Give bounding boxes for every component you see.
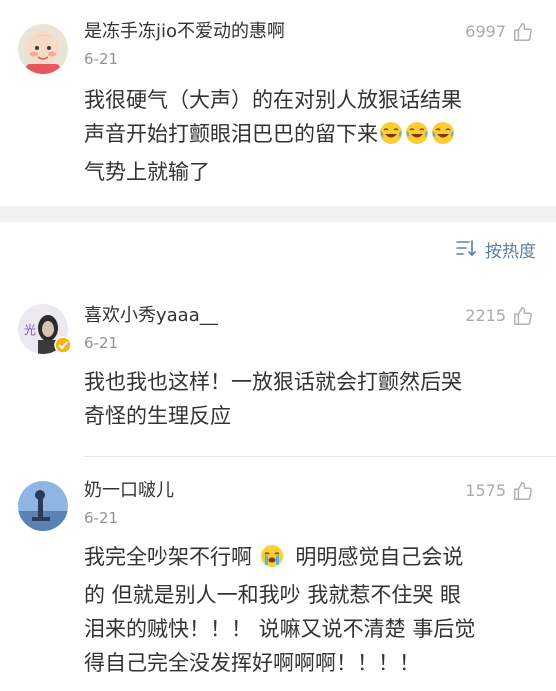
sort-label: 按热度 <box>485 241 536 262</box>
content-line: 得自己完全没发挥好啊啊啊！！！！ <box>84 651 420 675</box>
content-line: 的 但就是别人一和我吵 我就惹不住哭 眼 <box>84 583 462 607</box>
comment-date: 6-21 <box>84 50 119 68</box>
section-divider <box>0 206 556 222</box>
thumbs-up-icon <box>512 21 534 43</box>
comment-content: 我完全吵架不行啊 明明感觉自己会说 的 但就是别人一和我吵 我就惹不住哭 眼 泪… <box>84 540 532 680</box>
laugh-cry-emoji-icon <box>405 121 429 155</box>
laugh-cry-emoji-icon <box>379 121 403 155</box>
content-line: 我很硬气（大声）的在对别人放狠话结果 <box>84 88 462 112</box>
content-line: 气势上就输了 <box>84 160 210 184</box>
comment-item: 是冻手冻jio不爱动的惠啊 6-21 6997 我很硬气（大声）的在对别人放狠话… <box>0 20 556 189</box>
content-line: 声音开始打颤眼泪巴巴的留下来 <box>84 117 532 155</box>
crying-emoji-icon <box>260 544 284 578</box>
content-line-text: 声音开始打颤眼泪巴巴的留下来 <box>84 122 378 146</box>
like-button[interactable]: 1575 <box>465 479 534 503</box>
comment-separator <box>84 456 556 457</box>
sort-icon <box>455 238 477 265</box>
comment-date: 6-21 <box>84 334 119 352</box>
comment-feed: 是冻手冻jio不爱动的惠啊 6-21 6997 我很硬气（大声）的在对别人放狠话… <box>0 0 556 691</box>
like-button[interactable]: 6997 <box>465 20 534 44</box>
like-count: 2215 <box>465 306 506 325</box>
content-line: 泪来的贼快！！！ 说嘛又说不清楚 事后觉 <box>84 617 476 641</box>
content-line: 我也我也这样！一放狠话就会打颤然后哭 <box>84 370 462 394</box>
content-line-text: 明明感觉自己会说 <box>295 545 464 569</box>
comment-content: 我也我也这样！一放狠话就会打颤然后哭 奇怪的生理反应 <box>84 365 532 433</box>
comment-date: 6-21 <box>84 509 119 527</box>
thumbs-up-icon <box>512 480 534 502</box>
content-line: 我完全吵架不行啊 明明感觉自己会说 <box>84 540 532 578</box>
laugh-cry-emoji-icon <box>431 121 455 155</box>
content-line-text: 我完全吵架不行啊 <box>84 545 252 569</box>
comment-content: 我很硬气（大声）的在对别人放狠话结果 声音开始打颤眼泪巴巴的留下来 气势上就输了 <box>84 83 532 189</box>
avatar[interactable] <box>18 24 68 74</box>
avatar-photo-image <box>18 481 68 531</box>
comment-item: 奶一口啵儿 6-21 1575 我完全吵架不行啊 明明感觉自己会说 的 但就是别… <box>0 479 556 680</box>
like-button[interactable]: 2215 <box>465 304 534 328</box>
avatar-baby-image <box>18 24 68 74</box>
sort-by-hot-button[interactable]: 按热度 <box>455 238 536 265</box>
avatar-text: 光 <box>24 323 36 337</box>
verified-badge-icon <box>54 336 72 358</box>
avatar[interactable] <box>18 481 68 531</box>
content-line: 奇怪的生理反应 <box>84 404 231 428</box>
like-count: 1575 <box>465 481 506 500</box>
thumbs-up-icon <box>512 305 534 327</box>
comment-item: 光 喜欢小秀yaaa__ 6-21 2215 我也我也这样！一放狠话就会打颤然后… <box>0 304 556 433</box>
like-count: 6997 <box>465 22 506 41</box>
